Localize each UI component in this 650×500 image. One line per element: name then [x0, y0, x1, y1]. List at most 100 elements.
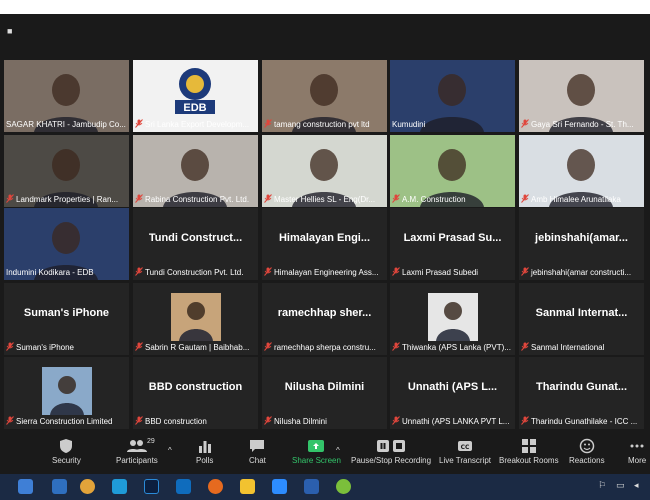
transcript-label: Live Transcript — [439, 456, 492, 465]
participant-tile[interactable]: Master Hellies SL - Eng(Dr... — [262, 135, 387, 207]
chrome-icon[interactable] — [80, 479, 95, 494]
menu-dots-icon[interactable]: ■ — [7, 26, 13, 36]
participant-tile[interactable]: EDB Sri Lanka Export Developm... — [133, 60, 258, 132]
edge-icon[interactable] — [112, 479, 127, 494]
participant-name-label: A.M. Construction — [392, 194, 513, 206]
participant-name-label: Gaya Sri Fernando - St. Th... — [521, 119, 642, 131]
participant-tile[interactable]: Suman's iPhone Suman's iPhone — [4, 283, 129, 355]
participant-tile[interactable]: jebinshahi(amar... jebinshahi(amar constr… — [519, 208, 644, 280]
participant-name-label: Master Hellies SL - Eng(Dr... — [264, 194, 385, 206]
breakout-label: Breakout Rooms — [499, 456, 559, 465]
participant-name-label: BBD construction — [135, 416, 256, 428]
participant-tile[interactable]: A.M. Construction — [390, 135, 515, 207]
participant-tile[interactable]: SAGAR KHATRI - Jambudip Co... — [4, 60, 129, 132]
participant-name-label: Sanmal International — [521, 342, 642, 354]
battery-icon[interactable]: ▭ — [616, 480, 625, 491]
participant-tile[interactable]: Laxmi Prasad Su... Laxmi Prasad Subedi — [390, 208, 515, 280]
svg-text:CC: CC — [461, 444, 470, 451]
participant-tile[interactable]: Gaya Sri Fernando - St. Th... — [519, 60, 644, 132]
profile-picture — [428, 293, 478, 341]
pause-stop-recording-button[interactable]: Pause/Stop Recording — [351, 438, 431, 465]
shield-icon — [60, 439, 73, 453]
polls-icon — [198, 441, 211, 453]
top-bar: ■ — [0, 0, 650, 55]
participant-name-label: Indumini Kodikara - EDB — [6, 268, 94, 277]
participant-tile[interactable]: Thiwanka (APS Lanka (PVT)... — [390, 283, 515, 355]
participant-name-label: tamang construction pvt ltd — [264, 119, 385, 131]
participant-name-label: ramechhap sherpa constru... — [264, 342, 385, 354]
word-icon[interactable] — [304, 479, 319, 494]
firefox-icon[interactable] — [208, 479, 223, 494]
computer-icon[interactable] — [52, 479, 67, 494]
participant-name-large: Tharindu Gunat... — [535, 381, 628, 393]
profile-picture — [42, 367, 92, 415]
participant-name-large: Nilusha Dilmini — [284, 381, 365, 393]
participant-tile[interactable]: Tharindu Gunat... Tharindu Gunathilake - … — [519, 357, 644, 429]
share-screen-button[interactable]: Share Screen — [292, 438, 341, 465]
top-bar-dark — [0, 14, 650, 55]
participant-name-large: jebinshahi(amar... — [535, 232, 628, 244]
participant-tile[interactable]: Tundi Construct... Tundi Construction Pvt… — [133, 208, 258, 280]
participants-label: Participants — [116, 456, 158, 465]
polls-button[interactable]: Polls — [196, 438, 213, 465]
participant-name-label: Amb Himalee Arunatilaka — [521, 194, 642, 206]
photoshop-icon[interactable] — [144, 479, 159, 494]
participant-tile[interactable]: Himalayan Engi... Himalayan Engineering A… — [262, 208, 387, 280]
sticky-notes-icon[interactable] — [240, 479, 255, 494]
participant-tile[interactable]: tamang construction pvt ltd — [262, 60, 387, 132]
more-label: More — [628, 456, 647, 465]
zoom-taskbar-icon[interactable] — [272, 479, 287, 494]
participants-icon — [126, 440, 147, 452]
participant-name-label: Himalayan Engineering Ass... — [264, 267, 385, 279]
participants-count: 29 — [147, 438, 155, 445]
share-screen-icon — [308, 440, 325, 452]
participant-tile[interactable]: Indumini Kodikara - EDB — [4, 208, 129, 280]
more-icon — [630, 444, 644, 448]
app-icon[interactable] — [336, 479, 351, 494]
participant-name-large: ramechhap sher... — [277, 307, 372, 319]
participant-name-label: Laxmi Prasad Subedi — [392, 267, 513, 279]
volume-icon[interactable]: ◂ — [634, 480, 639, 491]
participant-tile[interactable]: Sierra Construction Limited — [4, 357, 129, 429]
pause-stop-icon — [377, 440, 406, 452]
participant-name-large: Unnathi (APS L... — [407, 381, 498, 393]
participant-tile[interactable]: Sanmal Internat... Sanmal International — [519, 283, 644, 355]
participant-name-label: Unnathi (APS LANKA PVT L... — [392, 416, 513, 428]
live-transcript-button[interactable]: CC Live Transcript — [439, 438, 491, 465]
more-button[interactable]: More — [628, 438, 646, 465]
participant-name-label: Landmark Properties | Ran... — [6, 194, 127, 206]
participant-name-label: Sierra Construction Limited — [6, 416, 127, 428]
edb-logo-text: EDB — [183, 102, 206, 114]
meeting-toolbar: Security Participants 29 ^ Polls Chat Sh… — [0, 436, 650, 474]
share-chevron-icon[interactable]: ^ — [336, 446, 340, 455]
polls-label: Polls — [196, 456, 214, 465]
network-icon[interactable]: ⚐ — [598, 480, 606, 491]
participant-name-label: SAGAR KHATRI - Jambudip Co... — [6, 120, 126, 129]
outlook-icon[interactable] — [176, 479, 191, 494]
participant-tile[interactable]: Landmark Properties | Ran... — [4, 135, 129, 207]
chat-icon — [250, 440, 265, 452]
participant-name-label: Tharindu Gunathilake - ICC ... — [521, 416, 642, 428]
participant-tile[interactable]: BBD construction BBD construction — [133, 357, 258, 429]
participant-tile[interactable]: Kumudini — [390, 60, 515, 132]
windows-taskbar: ⚐ ▭ ◂ — [0, 474, 650, 500]
participant-name-label: Kumudini — [392, 120, 426, 129]
share-screen-label: Share Screen — [292, 456, 341, 465]
participant-name-large: BBD construction — [148, 381, 243, 393]
participants-button[interactable]: Participants 29 — [116, 438, 158, 465]
participants-chevron-icon[interactable]: ^ — [168, 446, 172, 455]
participant-name-large: Sanmal Internat... — [535, 307, 628, 319]
chat-button[interactable]: Chat — [249, 438, 266, 465]
participant-tile[interactable]: ramechhap sher... ramechhap sherpa constr… — [262, 283, 387, 355]
security-button[interactable]: Security — [52, 438, 81, 465]
reactions-button[interactable]: Reactions — [569, 438, 605, 465]
participant-tile[interactable]: Sabrin R Gautam | Baibhab... — [133, 283, 258, 355]
breakout-rooms-button[interactable]: Breakout Rooms — [499, 438, 559, 465]
zoom-meeting-window: ■ SAGAR KHATRI - Jambudip Co... EDB Sri La… — [0, 0, 650, 500]
participant-tile[interactable]: Rabina Construction Pvt. Ltd. — [133, 135, 258, 207]
participant-tile[interactable]: Nilusha Dilmini Nilusha Dilmini — [262, 357, 387, 429]
participant-tile[interactable]: Unnathi (APS L... Unnathi (APS LANKA PVT … — [390, 357, 515, 429]
participant-tile[interactable]: Amb Himalee Arunatilaka — [519, 135, 644, 207]
file-explorer-icon[interactable] — [18, 479, 33, 494]
chat-label: Chat — [249, 456, 266, 465]
